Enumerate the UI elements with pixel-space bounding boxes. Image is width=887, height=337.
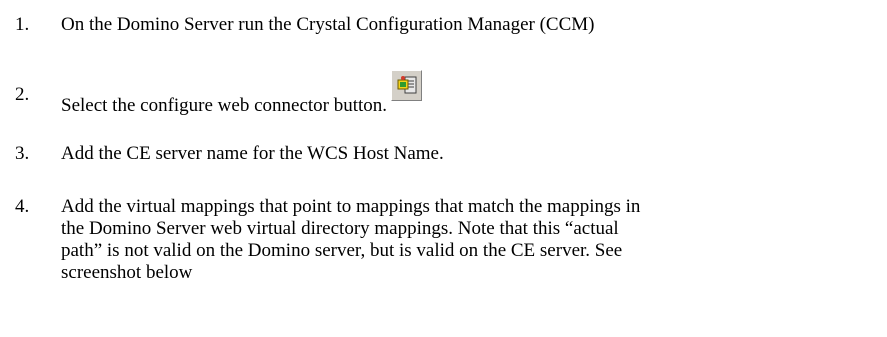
step-text: Select the configure web connector butto… bbox=[61, 95, 388, 116]
step-number: 1. bbox=[15, 14, 30, 35]
configure-web-connector-icon-graphic bbox=[397, 76, 417, 94]
step-text-line: the Domino Server web virtual directory … bbox=[61, 218, 619, 239]
step-text-container: Select the configure web connector butto… bbox=[61, 70, 851, 117]
step-text-line: screenshot below bbox=[61, 262, 193, 283]
step-number: 2. bbox=[15, 84, 30, 105]
configure-web-connector-icon bbox=[391, 70, 423, 101]
step-number: 3. bbox=[15, 143, 30, 164]
step-number: 4. bbox=[15, 196, 30, 217]
step-text: Add the virtual mappings that point to m… bbox=[61, 196, 851, 284]
step-text-line: path” is not valid on the Domino server,… bbox=[61, 240, 623, 261]
step-text-line: Add the virtual mappings that point to m… bbox=[61, 196, 641, 217]
step-text: On the Domino Server run the Crystal Con… bbox=[61, 14, 595, 35]
step-text: Add the CE server name for the WCS Host … bbox=[61, 143, 444, 164]
